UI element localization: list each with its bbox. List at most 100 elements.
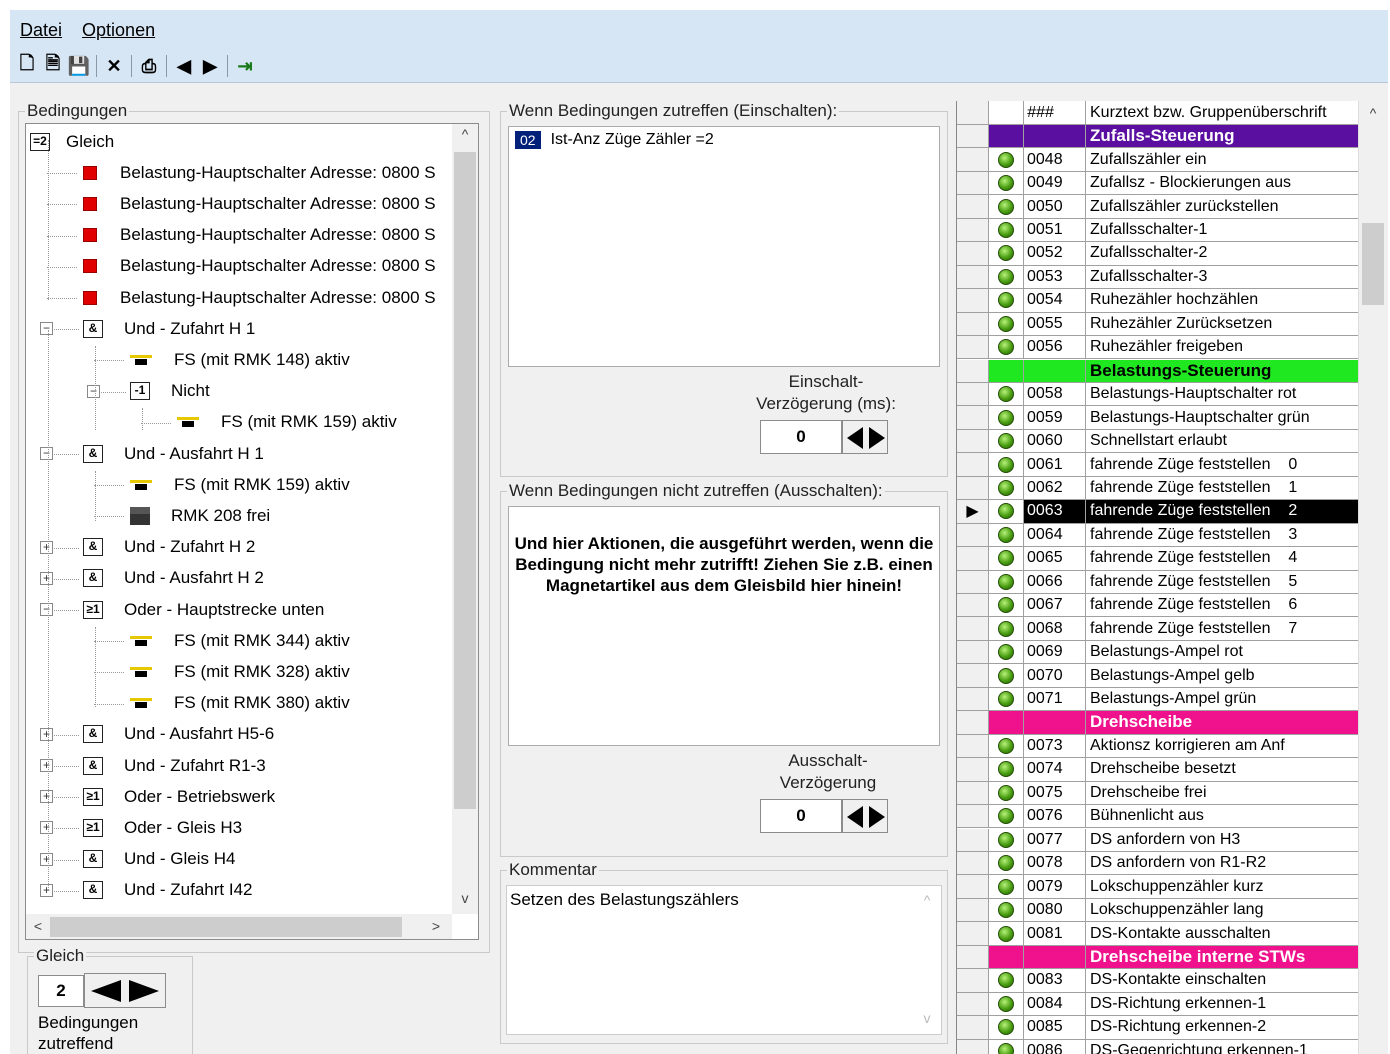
expand-icon[interactable]: +	[40, 790, 53, 804]
tree-node[interactable]: FS (mit RMK 380) aktiv	[130, 688, 350, 719]
row-indicator[interactable]	[957, 171, 989, 195]
grid-row[interactable]: 0068 fahrende Züge feststellen 7	[957, 617, 1358, 641]
grid-row[interactable]: 0048 Zufallszähler ein	[957, 148, 1358, 172]
on-delay-spinner[interactable]	[842, 420, 888, 454]
grid-row[interactable]: 0064 fahrende Züge feststellen 3	[957, 523, 1358, 548]
back-icon[interactable]: ◀	[171, 54, 197, 78]
delete-icon[interactable]: ✕	[101, 54, 127, 78]
scroll-up-icon[interactable]: ^	[1363, 105, 1383, 121]
grid-header-text[interactable]: Kurztext bzw. Gruppenüberschrift	[1086, 101, 1358, 124]
tree-node[interactable]: Belastung-Hauptschalter Adresse: 0800 S	[83, 157, 436, 188]
comment-textarea[interactable]: Setzen des Belastungszählers ^ v	[506, 885, 942, 1035]
row-indicator[interactable]	[957, 828, 989, 851]
row-indicator[interactable]	[957, 429, 989, 453]
grid-row[interactable]: 0051 Zufallsschalter-1	[957, 218, 1358, 243]
row-indicator[interactable]	[957, 195, 989, 218]
tree-node[interactable]: FS (mit RMK 344) aktiv	[130, 625, 350, 656]
collapse-icon[interactable]: −	[40, 322, 53, 336]
grid-row[interactable]: 0065 fahrende Züge feststellen 4	[957, 547, 1358, 571]
tree-node[interactable]: & Und - Zufahrt R1-3	[83, 750, 266, 781]
row-indicator[interactable]	[957, 148, 989, 171]
tree-node[interactable]: ≥1 Oder - Hauptstrecke unten	[83, 594, 324, 625]
grid-row[interactable]: 0058 Belastungs-Hauptschalter rot	[957, 382, 1358, 407]
grid-group-row[interactable]: Zufalls-Steuerung	[957, 125, 1358, 149]
row-indicator[interactable]	[957, 1039, 989, 1054]
tree-node[interactable]: Belastung-Hauptschalter Adresse: 0800 S	[83, 282, 436, 313]
off-delay-spinner[interactable]	[842, 799, 888, 833]
scroll-up-icon[interactable]: ^	[455, 126, 475, 142]
collapse-icon[interactable]: −	[40, 603, 53, 616]
tree-node[interactable]: RMK 208 frei	[130, 500, 270, 531]
grid-row[interactable]: 0049 Zufallsz - Blockierungen aus	[957, 171, 1358, 196]
tree-node[interactable]: & Und - Ausfahrt H 1	[83, 438, 264, 469]
row-indicator[interactable]	[957, 687, 989, 711]
grid-row[interactable]: 0077 DS anfordern von H3	[957, 828, 1358, 852]
grid-row[interactable]: 0052 Zufallsschalter-2	[957, 242, 1358, 266]
grid-row[interactable]: 0073 Aktionsz korrigieren am Anf	[957, 734, 1358, 759]
tree-horizontal-scrollbar[interactable]: < >	[26, 914, 452, 939]
row-selected-indicator[interactable]: ▶	[957, 500, 989, 523]
grid-vertical-scrollbar[interactable]: ^	[1358, 101, 1386, 1054]
row-indicator[interactable]	[957, 453, 989, 476]
grid-row[interactable]: 0066 fahrende Züge feststellen 5	[957, 570, 1358, 594]
counter-spinner[interactable]	[84, 973, 166, 1008]
expand-icon[interactable]: +	[40, 821, 53, 835]
tree-node[interactable]: FS (mit RMK 328) aktiv	[130, 656, 350, 687]
row-indicator[interactable]	[957, 594, 989, 617]
grid-row[interactable]: 0071 Belastungs-Ampel grün	[957, 687, 1358, 712]
grid-row[interactable]: 0061 fahrende Züge feststellen 0	[957, 453, 1358, 477]
on-action-item[interactable]: 02 Ist-Anz Züge Zähler =2	[515, 131, 933, 149]
save-icon[interactable]: 💾	[66, 54, 92, 78]
row-indicator[interactable]	[957, 312, 989, 336]
row-indicator[interactable]	[957, 875, 989, 898]
row-indicator[interactable]	[957, 617, 989, 640]
expand-icon[interactable]: +	[40, 727, 53, 741]
on-delay-input[interactable]: 0	[760, 420, 842, 454]
row-indicator[interactable]	[957, 781, 989, 805]
grid-row[interactable]: 0055 Ruhezähler Zurücksetzen	[957, 312, 1358, 337]
row-indicator[interactable]	[957, 570, 989, 593]
grid-row[interactable]: 0050 Zufallszähler zurückstellen	[957, 195, 1358, 219]
expand-icon[interactable]: +	[40, 883, 53, 897]
print-icon[interactable]: ⎙	[136, 54, 162, 78]
row-indicator[interactable]	[957, 851, 989, 875]
collapse-icon[interactable]: −	[40, 447, 53, 460]
grid-row[interactable]: 0086 DS-Gegenrichtung erkennen-1	[957, 1039, 1358, 1054]
grid-row[interactable]: 0062 fahrende Züge feststellen 1	[957, 476, 1358, 501]
tree-node[interactable]: & Und - Ausfahrt H 2	[83, 563, 264, 594]
menu-file[interactable]: Datei	[10, 20, 72, 41]
open-icon[interactable]: 🗎	[40, 53, 66, 78]
scroll-down-icon[interactable]: v	[455, 890, 475, 906]
grid-row[interactable]: 0076 Bühnenlicht aus	[957, 805, 1358, 829]
scroll-thumb[interactable]	[454, 152, 476, 809]
row-indicator[interactable]	[957, 640, 989, 664]
grid-group-row[interactable]: Drehscheibe interne STWs	[957, 945, 1358, 970]
menu-options[interactable]: Optionen	[72, 20, 165, 41]
grid-row[interactable]: 0084 DS-Richtung erkennen-1	[957, 992, 1358, 1017]
action-list-grid[interactable]: ### Kurztext bzw. Gruppenüberschrift Zuf…	[956, 101, 1358, 1054]
grid-row[interactable]: 0070 Belastungs-Ampel gelb	[957, 664, 1358, 688]
row-indicator[interactable]	[957, 992, 989, 1016]
grid-row[interactable]: 0083 DS-Kontakte einschalten	[957, 969, 1358, 993]
decrement-icon[interactable]	[847, 806, 863, 828]
decrement-icon[interactable]	[91, 980, 121, 1002]
tree-node[interactable]: & Und - Zufahrt H 1	[83, 313, 255, 344]
row-indicator[interactable]	[957, 711, 989, 734]
tree-node[interactable]: & Und - Zufahrt H 2	[83, 532, 255, 563]
exit-icon[interactable]: ⇥	[232, 54, 258, 78]
row-indicator[interactable]	[957, 805, 989, 828]
increment-icon[interactable]	[869, 806, 885, 828]
expand-icon[interactable]: +	[40, 571, 53, 585]
grid-row[interactable]: 0059 Belastungs-Hauptschalter grün	[957, 406, 1358, 430]
grid-row[interactable]: 0069 Belastungs-Ampel rot	[957, 640, 1358, 665]
scroll-thumb[interactable]	[1362, 223, 1384, 305]
row-indicator[interactable]	[957, 969, 989, 992]
row-indicator[interactable]	[957, 758, 989, 781]
grid-row[interactable]: 0075 Drehscheibe frei	[957, 781, 1358, 806]
row-indicator[interactable]	[957, 265, 989, 289]
grid-row[interactable]: 0081 DS-Kontakte ausschalten	[957, 922, 1358, 946]
tree-node[interactable]: FS (mit RMK 159) aktiv	[177, 407, 397, 438]
row-indicator[interactable]	[957, 523, 989, 547]
grid-row[interactable]: 0080 Lokschuppenzähler lang	[957, 898, 1358, 923]
on-actions-list[interactable]: 02 Ist-Anz Züge Zähler =2	[508, 126, 940, 367]
